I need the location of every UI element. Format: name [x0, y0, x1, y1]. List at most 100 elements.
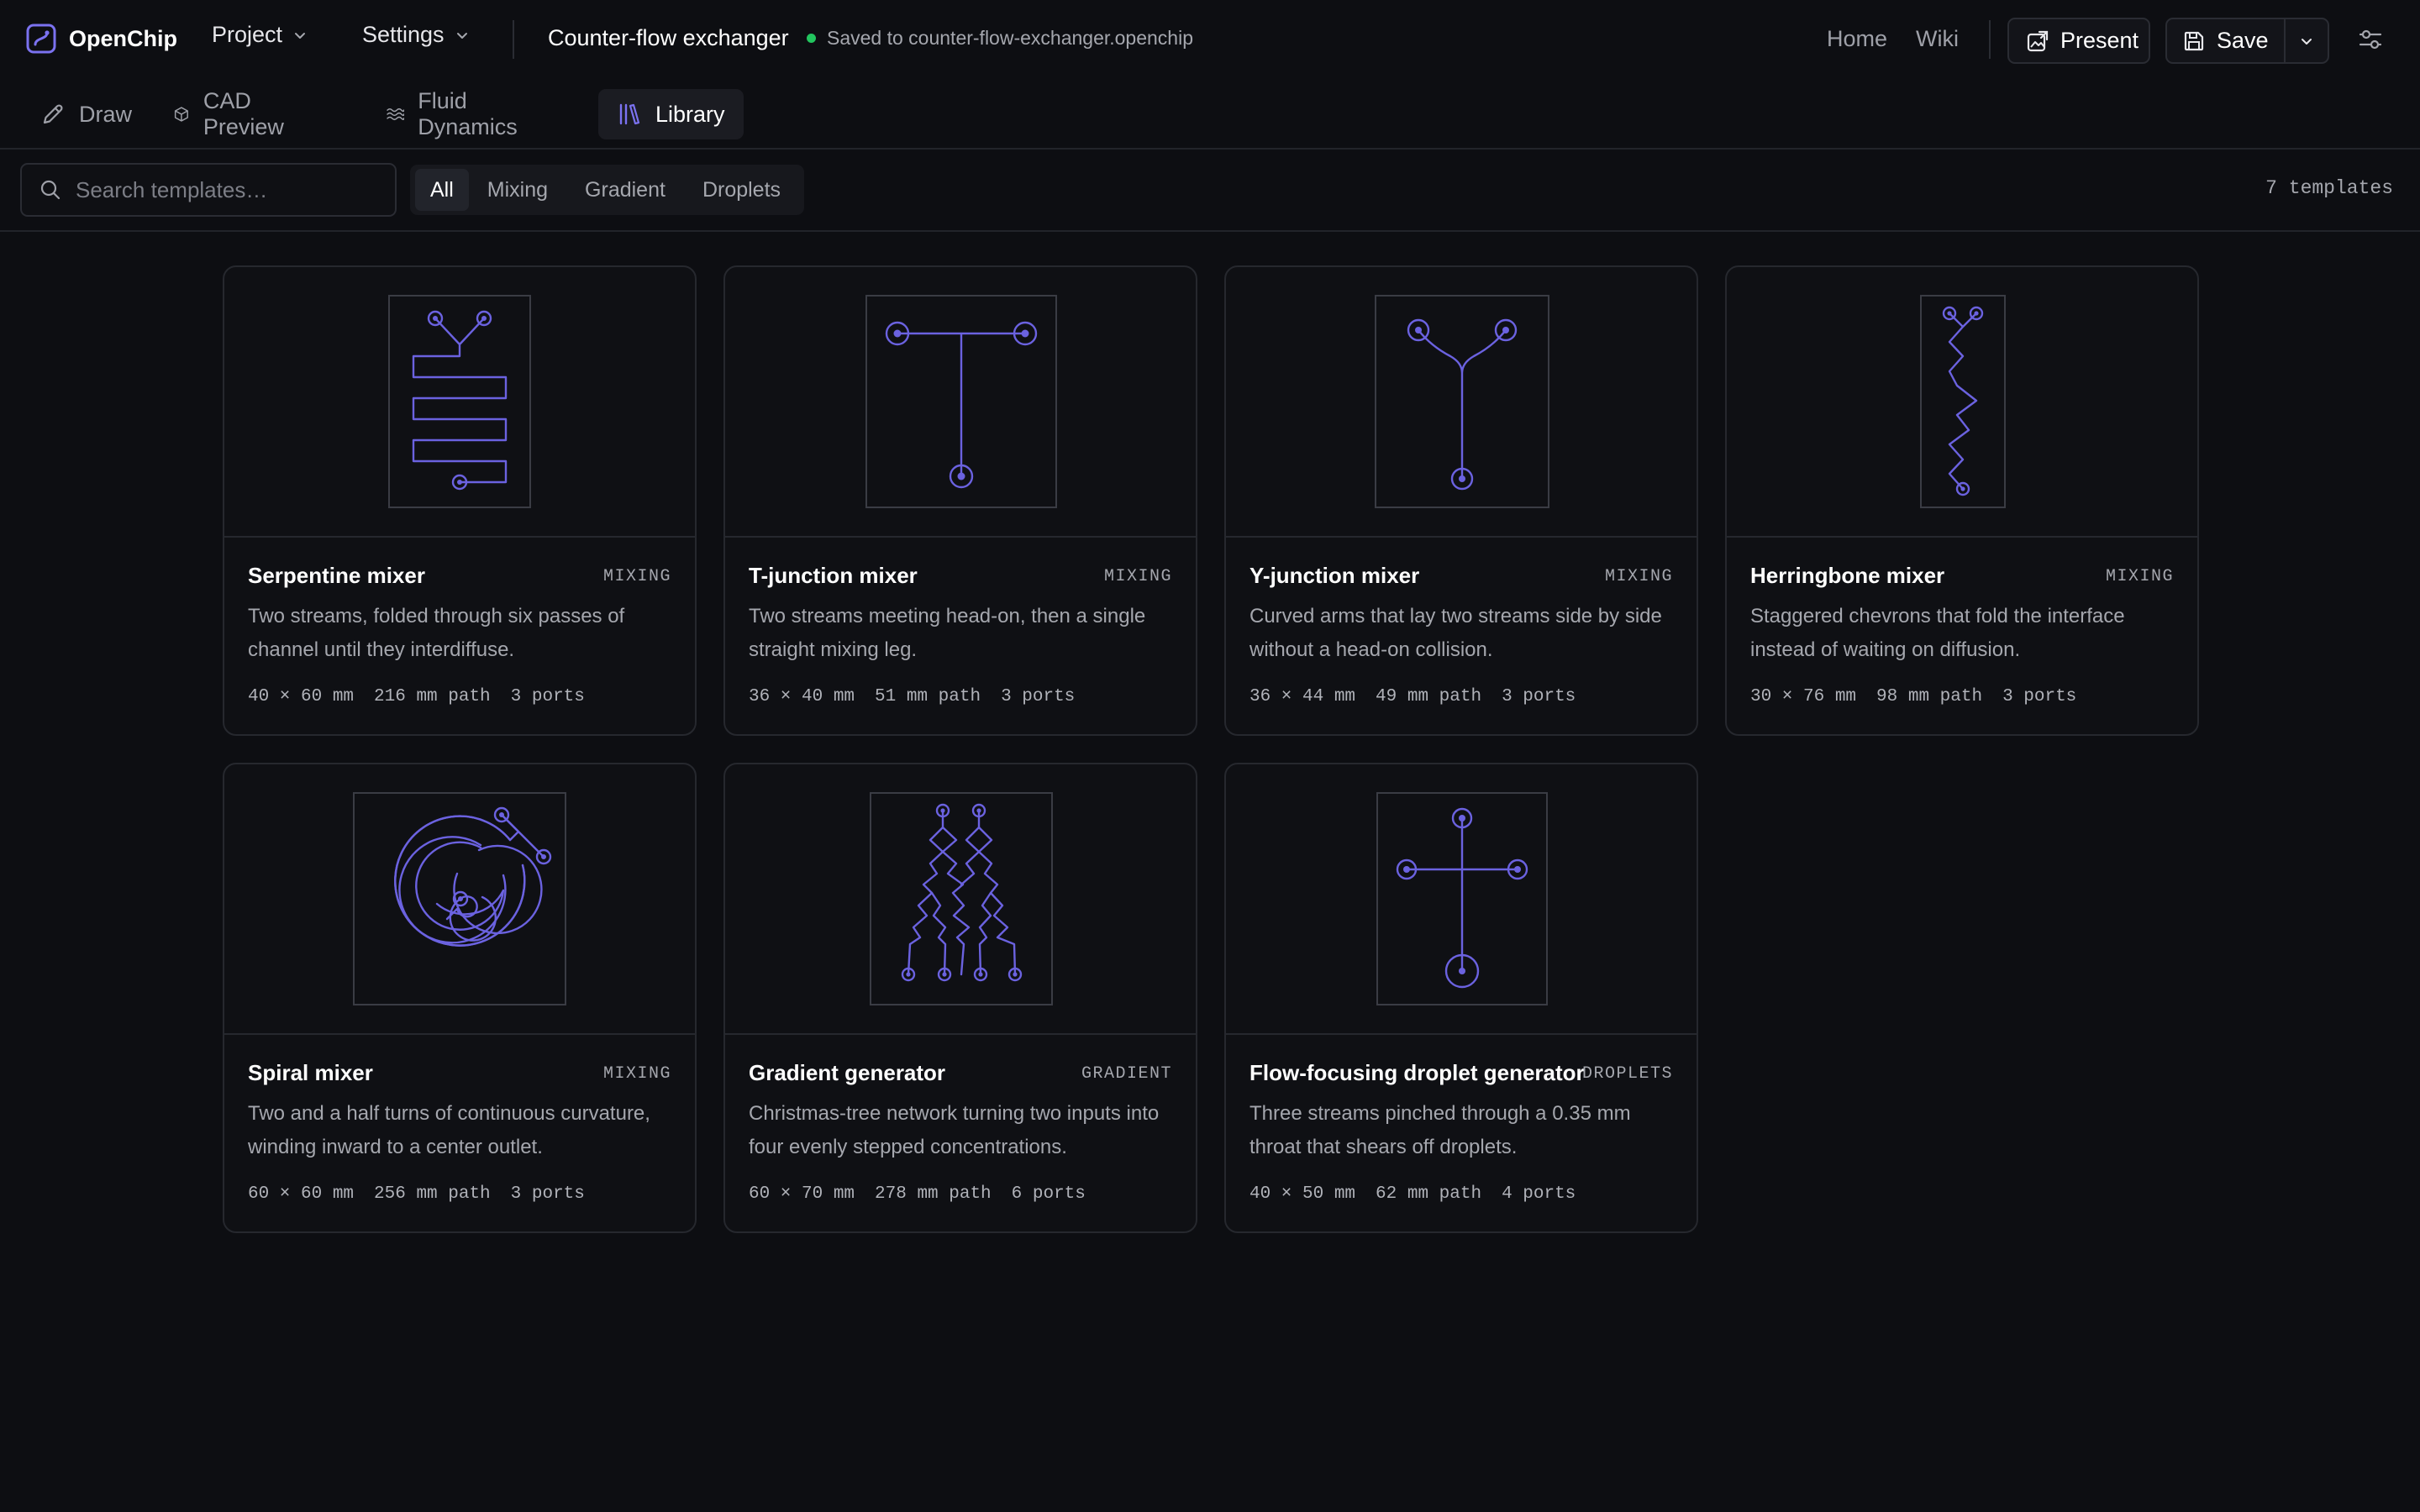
template-card-flow-focusing-droplet-generator[interactable]: Flow-focusing droplet generator DROPLETS… [1224, 763, 1698, 1233]
template-preview [1727, 267, 2197, 538]
category-filter: All Mixing Gradient Droplets [410, 165, 805, 215]
template-title: Gradient generator [749, 1060, 946, 1085]
settings-menu-label: Settings [362, 22, 445, 47]
library-icon [619, 103, 640, 125]
save-split-button: Save [2165, 18, 2329, 64]
template-category: MIXING [602, 567, 671, 586]
serpentine-diagram-icon [388, 295, 531, 508]
template-specs: 40 × 50 mm 62 mm path 4 ports [1249, 1184, 1596, 1204]
template-title: Y-junction mixer [1249, 563, 1420, 588]
document-title[interactable]: Counter-flow exchanger [548, 25, 789, 51]
divider [1989, 20, 1991, 59]
save-icon [2184, 31, 2204, 50]
template-specs: 40 × 60 mm 216 mm path 3 ports [248, 687, 605, 706]
search-icon [40, 180, 60, 200]
template-path-length: 216 mm path [374, 687, 491, 706]
template-card-herringbone-mixer[interactable]: Herringbone mixer MIXING Staggered chevr… [1725, 265, 2199, 736]
template-card-y-junction-mixer[interactable]: Y-junction mixer MIXING Curved arms that… [1224, 265, 1698, 736]
filter-gradient[interactable]: Gradient [566, 169, 684, 211]
chevron-down-icon [295, 32, 306, 39]
template-ports: 3 ports [510, 687, 585, 706]
search-input[interactable] [76, 176, 387, 203]
flow-focusing-diagram-icon [1376, 792, 1548, 1005]
preferences-button[interactable] [2358, 27, 2383, 52]
herringbone-diagram-icon [1920, 295, 2006, 508]
template-preview [725, 764, 1196, 1035]
template-ports: 3 ports [1001, 687, 1076, 706]
pencil-icon [43, 104, 63, 124]
save-button[interactable]: Save [2167, 19, 2284, 62]
tab-library-label: Library [655, 101, 725, 127]
template-description: Two streams, folded through six passes o… [248, 605, 625, 661]
waves-icon [387, 108, 405, 121]
tab-fluid-dynamics-label: Fluid Dynamics [418, 88, 518, 139]
filter-droplets[interactable]: Droplets [684, 169, 799, 211]
template-category: MIXING [1604, 567, 1673, 586]
t-junction-diagram-icon [865, 295, 1057, 508]
settings-menu[interactable]: Settings [362, 22, 470, 48]
present-button[interactable]: Present [2007, 18, 2150, 64]
template-preview [1226, 267, 1697, 538]
openchip-logo-icon [26, 24, 56, 54]
project-menu[interactable]: Project [212, 22, 308, 48]
y-junction-diagram-icon [1375, 295, 1549, 508]
template-description: Christmas-tree network turning two input… [749, 1102, 1160, 1158]
template-size: 60 × 60 mm [248, 1184, 355, 1204]
tab-cad-preview-label: CAD Preview [203, 88, 284, 139]
template-title: Serpentine mixer [248, 563, 425, 588]
template-title: Flow-focusing droplet generator [1249, 1060, 1585, 1085]
chevron-down-icon [2301, 38, 2312, 45]
template-size: 30 × 76 mm [1750, 687, 1857, 706]
save-label: Save [2217, 28, 2269, 53]
template-size: 36 × 40 mm [749, 687, 855, 706]
save-status: Saved to counter-flow-exchanger.openchip [807, 27, 1193, 50]
tab-draw[interactable]: Draw [22, 89, 150, 139]
tab-library[interactable]: Library [598, 89, 744, 139]
tab-draw-label: Draw [79, 101, 133, 127]
template-ports: 6 ports [1011, 1184, 1086, 1204]
template-category: MIXING [2105, 567, 2174, 586]
filter-all[interactable]: All [415, 169, 469, 211]
template-preview [224, 267, 695, 538]
divider [513, 20, 514, 59]
template-card-t-junction-mixer[interactable]: T-junction mixer MIXING Two streams meet… [723, 265, 1197, 736]
template-category: MIXING [1103, 567, 1172, 586]
save-status-text: Saved to counter-flow-exchanger.openchip [827, 27, 1194, 49]
template-specs: 36 × 40 mm 51 mm path 3 ports [749, 687, 1095, 706]
template-ports: 3 ports [2002, 687, 2077, 706]
template-card-gradient-generator[interactable]: Gradient generator GRADIENT Christmas-tr… [723, 763, 1197, 1233]
filter-mixing[interactable]: Mixing [469, 169, 566, 211]
spiral-diagram-icon [353, 792, 566, 1005]
template-specs: 30 × 76 mm 98 mm path 3 ports [1750, 687, 2096, 706]
template-description: Staggered chevrons that fold the interfa… [1750, 605, 2125, 661]
template-ports: 4 ports [1502, 1184, 1576, 1204]
wiki-link[interactable]: Wiki [1916, 26, 1959, 52]
save-options-button[interactable] [2283, 19, 2328, 62]
home-link[interactable]: Home [1827, 26, 1887, 52]
template-description: Three streams pinched through a 0.35 mm … [1249, 1102, 1631, 1158]
template-size: 40 × 50 mm [1249, 1184, 1356, 1204]
template-description: Two streams meeting head-on, then a sing… [749, 605, 1146, 661]
template-count: 7 templates [2265, 177, 2393, 199]
project-menu-label: Project [212, 22, 283, 47]
template-ports: 3 ports [1502, 687, 1576, 706]
template-preview [224, 764, 695, 1035]
template-specs: 60 × 70 mm 278 mm path 6 ports [749, 1184, 1106, 1204]
template-title: T-junction mixer [749, 563, 918, 588]
template-size: 36 × 44 mm [1249, 687, 1356, 706]
brand[interactable]: OpenChip [25, 23, 177, 55]
tab-fluid-dynamics[interactable]: Fluid Dynamics [367, 88, 544, 139]
template-card-serpentine-mixer[interactable]: Serpentine mixer MIXING Two streams, fol… [223, 265, 697, 736]
search-box[interactable] [20, 163, 397, 217]
template-category: GRADIENT [1081, 1064, 1172, 1084]
tab-cad-preview[interactable]: CAD Preview [155, 88, 311, 139]
template-preview [1226, 764, 1697, 1035]
brand-name: OpenChip [69, 25, 177, 51]
template-description: Curved arms that lay two streams side by… [1249, 605, 1662, 661]
template-size: 40 × 60 mm [248, 687, 355, 706]
template-ports: 3 ports [510, 1184, 585, 1204]
status-dot-icon [807, 34, 816, 43]
template-card-spiral-mixer[interactable]: Spiral mixer MIXING Two and a half turns… [223, 763, 697, 1233]
template-path-length: 256 mm path [374, 1184, 491, 1204]
template-category: DROPLETS [1581, 1064, 1673, 1084]
